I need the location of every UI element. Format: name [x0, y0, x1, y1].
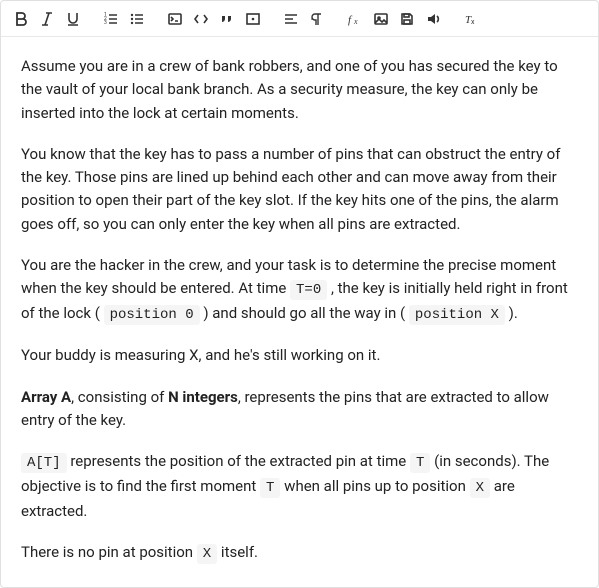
paragraph: There is no pin at position X itself.: [21, 541, 578, 566]
audio-icon[interactable]: [421, 7, 445, 31]
bold-text: N integers: [168, 388, 238, 406]
terminal-icon[interactable]: [163, 7, 187, 31]
unordered-list-icon[interactable]: [125, 7, 149, 31]
text: There is no pin at position: [21, 543, 197, 561]
code-inline: X: [197, 544, 217, 564]
code-inline: T: [260, 478, 280, 498]
editor-content[interactable]: Assume you are in a crew of bank robbers…: [1, 37, 598, 587]
paragraph: Your buddy is measuring X, and he's stil…: [21, 344, 578, 367]
code-inline: X: [470, 478, 490, 498]
paragraph: Assume you are in a crew of bank robbers…: [21, 55, 578, 125]
quote-icon[interactable]: [215, 7, 239, 31]
toolbar: 123 fx Tx: [1, 1, 598, 37]
text: ) and should go all the way in (: [200, 304, 409, 322]
align-icon[interactable]: [279, 7, 303, 31]
text: when all pins up to position: [280, 477, 469, 495]
math-block-icon[interactable]: [241, 7, 265, 31]
paragraph: Array A, consisting of N integers, repre…: [21, 386, 578, 433]
text: itself.: [217, 543, 258, 561]
svg-text:3: 3: [104, 20, 107, 26]
code-inline: T=0: [290, 280, 327, 300]
code-icon[interactable]: [189, 7, 213, 31]
save-icon[interactable]: [395, 7, 419, 31]
paragraph: You are the hacker in the crew, and your…: [21, 254, 578, 327]
text: ).: [505, 304, 518, 322]
svg-text:x: x: [471, 18, 475, 26]
italic-icon[interactable]: [35, 7, 59, 31]
paragraph-icon[interactable]: [305, 7, 329, 31]
ordered-list-icon[interactable]: 123: [99, 7, 123, 31]
underline-icon[interactable]: [61, 7, 85, 31]
svg-text:f: f: [348, 14, 353, 26]
svg-text:x: x: [353, 17, 358, 26]
text: , consisting of: [71, 388, 168, 406]
code-inline: position 0: [104, 305, 200, 325]
clear-format-icon[interactable]: Tx: [459, 7, 483, 31]
bold-icon[interactable]: [9, 7, 33, 31]
text: represents the position of the extracted…: [67, 452, 410, 470]
editor-container: 123 fx Tx Assume you are in a crew of ba…: [0, 0, 599, 588]
bold-text: Array A: [21, 388, 71, 406]
code-inline: position X: [409, 305, 505, 325]
code-inline: A[T]: [21, 453, 67, 473]
fx-icon[interactable]: fx: [343, 7, 367, 31]
paragraph: A[T] represents the position of the extr…: [21, 450, 578, 523]
paragraph: You know that the key has to pass a numb…: [21, 143, 578, 236]
code-inline: T: [410, 453, 430, 473]
image-icon[interactable]: [369, 7, 393, 31]
